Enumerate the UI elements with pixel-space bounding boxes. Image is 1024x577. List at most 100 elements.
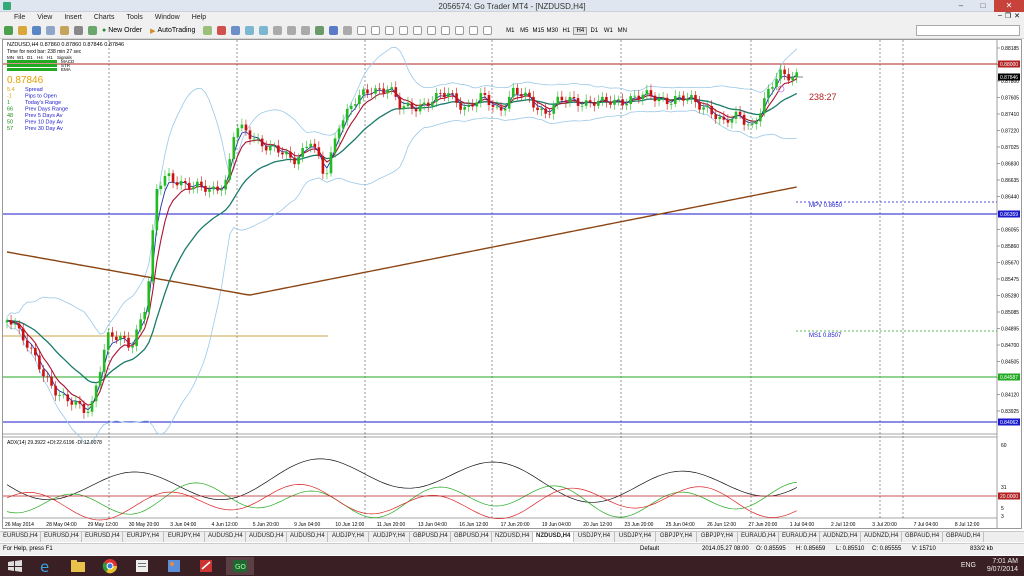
chart-tab[interactable]: GBPUSD,H4 xyxy=(451,532,492,542)
chart-tab[interactable]: EURUSD,H4 xyxy=(82,532,123,542)
chart-tab[interactable]: GBPAUD,H4 xyxy=(902,532,943,542)
system-clock[interactable]: 7:01 AM 9/07/2014 xyxy=(987,558,1018,574)
chart-tab[interactable]: USDJPY,H4 xyxy=(574,532,615,542)
timeframe-m15[interactable]: M15 xyxy=(531,27,545,35)
close-button[interactable]: ✕ xyxy=(994,0,1024,12)
adx-tick: 3 xyxy=(1001,514,1004,520)
candlestick-icon[interactable] xyxy=(217,26,227,35)
chrome-icon[interactable] xyxy=(96,557,124,575)
mdi-minimize-icon[interactable]: – xyxy=(998,12,1002,20)
autoscroll-icon[interactable] xyxy=(287,26,297,35)
chart-window[interactable]: NZDUSD,H4 0.87860 0.87860 0.87846 0.8784… xyxy=(2,39,1022,529)
chart-tab[interactable]: AUDJPY,H4 xyxy=(328,532,369,542)
zoom-in-icon[interactable] xyxy=(245,26,255,35)
info-label: Today's Range xyxy=(25,100,61,106)
menu-tools[interactable]: Tools xyxy=(126,14,142,21)
chart-tab[interactable]: AUDJPY,H4 xyxy=(369,532,410,542)
menu-file[interactable]: File xyxy=(14,14,25,21)
minimize-button[interactable]: – xyxy=(950,0,972,12)
maximize-button[interactable]: □ xyxy=(972,0,994,12)
mt4-taskbar-icon[interactable]: GO xyxy=(226,557,254,575)
menu-help[interactable]: Help xyxy=(192,14,206,21)
crosshair-icon[interactable] xyxy=(371,26,381,35)
timeframe-mn[interactable]: MN xyxy=(615,27,629,35)
chart-tab[interactable]: EURUSD,H4 xyxy=(0,532,41,542)
chart-tab[interactable]: GBPJPY,H4 xyxy=(697,532,738,542)
periods-icon[interactable] xyxy=(329,26,339,35)
timeframe-h1[interactable]: H1 xyxy=(559,27,573,35)
candle-body xyxy=(252,138,256,140)
chart-tab[interactable]: NZDUSD,H4 xyxy=(492,532,533,542)
trendline-icon[interactable] xyxy=(413,26,423,35)
chart-tab[interactable]: GBPAUD,H4 xyxy=(943,532,984,542)
chart-tab[interactable]: USDJPY,H4 xyxy=(615,532,656,542)
chart-tab[interactable]: EURJPY,H4 xyxy=(164,532,205,542)
profiles-icon[interactable] xyxy=(18,26,27,35)
tester-icon[interactable] xyxy=(88,26,97,35)
timeframe-m30[interactable]: M30 xyxy=(545,27,559,35)
snipping-tool-icon[interactable] xyxy=(192,557,220,575)
chart-tab[interactable]: EURAUD,H4 xyxy=(738,532,779,542)
chart-tab[interactable]: NZDUSD,H4 xyxy=(533,532,574,542)
indicators-icon[interactable] xyxy=(315,26,325,35)
bar-chart-icon[interactable] xyxy=(203,26,213,35)
price-chart[interactable]: NZDUSD,H4 0.87860 0.87860 0.87846 0.8784… xyxy=(3,40,1021,528)
timeframe-h4[interactable]: H4 xyxy=(573,26,588,35)
chart-tab[interactable]: EURJPY,H4 xyxy=(123,532,164,542)
candle-body xyxy=(244,124,248,131)
market-watch-icon[interactable] xyxy=(32,26,41,35)
menu-view[interactable]: View xyxy=(37,14,52,21)
windows-start-icon[interactable] xyxy=(4,559,26,573)
chart-tab[interactable]: AUDUSD,H4 xyxy=(205,532,246,542)
chart-tab[interactable]: GBPJPY,H4 xyxy=(656,532,697,542)
mdi-restore-icon[interactable]: ❐ xyxy=(1005,12,1011,20)
candle-body xyxy=(665,97,669,105)
chart-tab[interactable]: AUDUSD,H4 xyxy=(287,532,328,542)
ie-icon[interactable]: e xyxy=(32,557,60,576)
data-window-icon[interactable] xyxy=(46,26,55,35)
candle-body xyxy=(443,93,446,98)
taskbar: e GO ENG 7:01 AM 9/07/2014 xyxy=(0,556,1024,576)
timeframe-w1[interactable]: W1 xyxy=(601,27,615,35)
menu-charts[interactable]: Charts xyxy=(94,14,115,21)
chart-shift-icon[interactable] xyxy=(301,26,311,35)
menu-window[interactable]: Window xyxy=(155,14,180,21)
arrows-icon[interactable] xyxy=(483,26,493,35)
chart-tab[interactable]: GBPUSD,H4 xyxy=(410,532,451,542)
channel-icon[interactable] xyxy=(427,26,437,35)
language-indicator[interactable]: ENG xyxy=(961,562,976,569)
terminal-icon[interactable] xyxy=(74,26,83,35)
mdi-close-icon[interactable]: ✕ xyxy=(1014,12,1020,20)
cursor-icon[interactable] xyxy=(357,26,367,35)
price-tick: 0.85860 xyxy=(1001,244,1019,250)
chart-tab[interactable]: AUDNZD,H4 xyxy=(820,532,861,542)
label-icon[interactable] xyxy=(469,26,479,35)
horizontal-line-icon[interactable] xyxy=(399,26,409,35)
zoom-out-icon[interactable] xyxy=(259,26,269,35)
new-chart-icon[interactable] xyxy=(4,26,13,35)
chart-tab[interactable]: AUDUSD,H4 xyxy=(246,532,287,542)
templates-icon[interactable] xyxy=(343,26,353,35)
timeframe-m5[interactable]: M5 xyxy=(517,27,531,35)
timeframe-m1[interactable]: M1 xyxy=(503,27,517,35)
line-chart-icon[interactable] xyxy=(231,26,241,35)
search-input[interactable] xyxy=(916,25,1020,36)
new-order-button[interactable]: ● New Order xyxy=(102,27,142,34)
word-icon[interactable] xyxy=(128,557,156,575)
menu-insert[interactable]: Insert xyxy=(64,14,82,21)
chart-tab[interactable]: EURAUD,H4 xyxy=(779,532,820,542)
chart-tab[interactable]: EURUSD,H4 xyxy=(41,532,82,542)
navigator-icon[interactable] xyxy=(60,26,69,35)
candle-body xyxy=(783,69,786,75)
chart-tab[interactable]: AUDNZD,H4 xyxy=(861,532,902,542)
candle-body xyxy=(358,95,361,105)
paint-icon[interactable] xyxy=(160,557,188,575)
timeframe-d1[interactable]: D1 xyxy=(587,27,601,35)
file-explorer-icon[interactable] xyxy=(64,557,92,575)
autotrading-button[interactable]: ▶ AutoTrading xyxy=(150,27,195,35)
text-icon[interactable] xyxy=(455,26,465,35)
candle-body xyxy=(42,369,45,377)
fibonacci-icon[interactable] xyxy=(441,26,451,35)
tile-icon[interactable] xyxy=(273,26,283,35)
vertical-line-icon[interactable] xyxy=(385,26,395,35)
